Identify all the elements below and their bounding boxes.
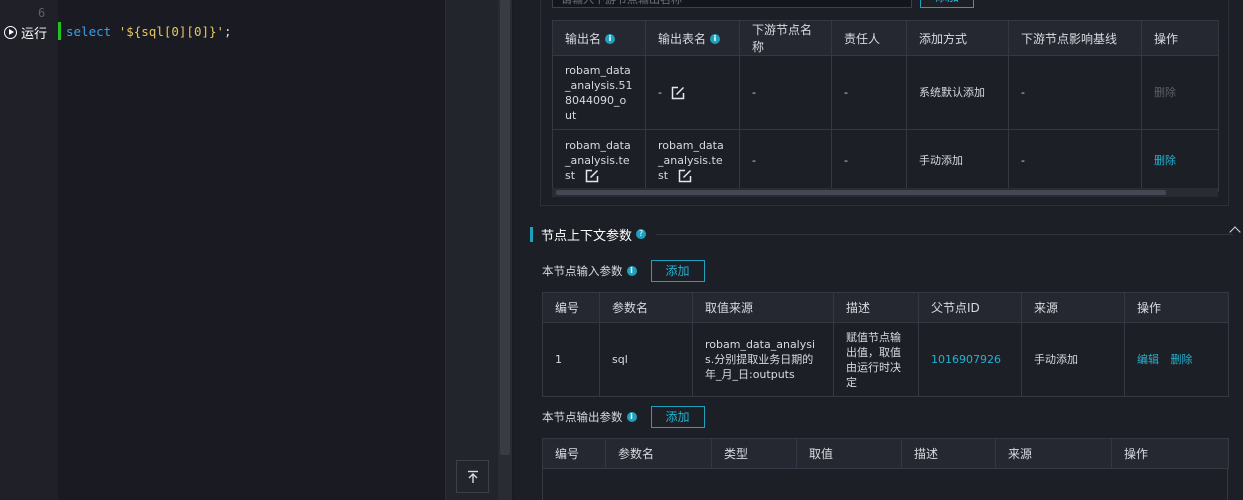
table-header-row: 编号 参数名 取值来源 描述 父节点ID 来源 操作: [542, 292, 1229, 323]
input-params-title: 本节点输入参数: [542, 264, 623, 278]
delete-param-link[interactable]: 删除: [1171, 353, 1193, 366]
column-header: 来源: [995, 438, 1112, 469]
editor-gutter: [0, 0, 58, 500]
downstream-output-search-input[interactable]: 请输入下游节点输出名称: [552, 0, 912, 8]
add-method-cell: 手动添加: [906, 129, 1009, 192]
table-horizontal-scrollbar-thumb[interactable]: [556, 190, 1166, 195]
output-name-cell: robam_data_analysis.518044090_out: [552, 55, 646, 130]
column-header: 下游节点影响基线: [1008, 20, 1142, 56]
parent-node-id-link[interactable]: 1016907926: [918, 322, 1022, 397]
table-row: robam_data_analysis.518044090_out - - - …: [552, 55, 1219, 130]
column-header: 取值: [796, 438, 902, 469]
column-header: 参数名: [599, 292, 693, 323]
section-accent-bar: [530, 226, 533, 242]
edit-icon[interactable]: [678, 169, 692, 183]
section-title: 节点上下文参数: [541, 228, 633, 244]
line-number: 6: [38, 6, 46, 20]
output-table-cell: -: [645, 55, 740, 130]
node-output-table: 输出名 i 输出表名 i 下游节点名称 责任人 添加方式 下游节点影响基线 操作 r…: [552, 20, 1219, 192]
column-header: 编号: [542, 438, 606, 469]
info-icon[interactable]: i: [605, 34, 616, 44]
column-header: 输出表名 i: [645, 20, 740, 56]
code-line[interactable]: select '${sql[0][0]}';: [66, 24, 232, 39]
editor-divider: [445, 0, 500, 500]
table-row: 1 sql robam_data_analysis.分别提取业务日期的年_月_日…: [542, 322, 1229, 397]
column-header: 编号: [542, 292, 600, 323]
output-params-header: 本节点输出参数 i 添加: [542, 406, 705, 428]
add-input-param-button[interactable]: 添加: [650, 260, 705, 282]
downstream-node-cell: -: [739, 55, 832, 130]
section-divider-line: [656, 233, 1233, 235]
param-desc-cell: 赋值节点输出值，取值由运行时决定: [833, 322, 919, 397]
downstream-node-cell: -: [739, 129, 832, 192]
column-header: 操作: [1124, 292, 1229, 323]
info-icon[interactable]: i: [626, 412, 637, 422]
delete-action-disabled: 删除: [1141, 55, 1219, 130]
owner-cell: -: [831, 55, 907, 130]
chevron-up-icon[interactable]: [1229, 226, 1241, 238]
param-name-cell: sql: [599, 322, 693, 397]
output-name-cell: robam_data_analysis.test: [552, 129, 646, 192]
owner-cell: -: [831, 129, 907, 192]
column-header: 父节点ID: [918, 292, 1022, 323]
back-to-top-button[interactable]: [456, 460, 489, 493]
output-table-cell: robam_data_analysis.test: [645, 129, 740, 192]
input-params-header: 本节点输入参数 i 添加: [542, 260, 705, 282]
help-icon[interactable]: ?: [636, 229, 647, 239]
baseline-cell: -: [1008, 129, 1142, 192]
code-editor[interactable]: 6 运行 select '${sql[0][0]}';: [0, 0, 445, 500]
column-header: 添加方式: [906, 20, 1009, 56]
delete-action-link[interactable]: 删除: [1141, 129, 1219, 192]
column-header: 输出名 i: [552, 20, 646, 56]
code-keyword: select: [66, 24, 112, 39]
add-method-cell: 系统默认添加: [906, 55, 1009, 130]
edit-icon[interactable]: [585, 169, 599, 183]
column-header: 取值来源: [692, 292, 834, 323]
column-header: 责任人: [831, 20, 907, 56]
info-icon[interactable]: i: [626, 266, 637, 276]
column-header: 描述: [901, 438, 996, 469]
column-header: 下游节点名称: [739, 20, 832, 56]
code-terminator: ;: [224, 24, 232, 39]
run-button-label: 运行: [21, 26, 48, 42]
table-row: robam_data_analysis.test robam_data_anal…: [552, 129, 1219, 192]
edit-icon[interactable]: [671, 86, 685, 100]
context-params-section-header: 节点上下文参数 ?: [530, 225, 1243, 244]
param-source-cell: robam_data_analysis.分别提取业务日期的年_月_日:outpu…: [692, 322, 834, 397]
param-actions-cell: 编辑 删除: [1124, 322, 1229, 397]
back-to-top-icon: [467, 470, 478, 483]
baseline-cell: -: [1008, 55, 1142, 130]
column-header: 操作: [1111, 438, 1229, 469]
column-header: 操作: [1141, 20, 1219, 56]
column-header: 来源: [1021, 292, 1125, 323]
table-header-row: 编号 参数名 类型 取值 描述 来源 操作: [542, 438, 1229, 469]
play-icon: [4, 25, 17, 39]
run-button[interactable]: 运行: [0, 22, 56, 42]
code-string: '${sql[0][0]}': [118, 24, 225, 39]
param-origin-cell: 手动添加: [1021, 322, 1125, 397]
column-header: 类型: [711, 438, 797, 469]
output-params-table: 编号 参数名 类型 取值 描述 来源 操作: [542, 438, 1229, 469]
info-icon[interactable]: i: [710, 34, 721, 44]
vertical-scrollbar-thumb[interactable]: [500, 0, 510, 455]
output-params-table-body: [542, 469, 1228, 500]
table-header-row: 输出名 i 输出表名 i 下游节点名称 责任人 添加方式 下游节点影响基线 操作: [552, 20, 1219, 56]
edit-param-link[interactable]: 编辑: [1137, 353, 1159, 366]
column-header: 描述: [833, 292, 919, 323]
current-line-marker: [58, 22, 61, 40]
input-params-table: 编号 参数名 取值来源 描述 父节点ID 来源 操作 1 sql robam_d…: [542, 292, 1229, 397]
output-params-title: 本节点输出参数: [542, 410, 623, 424]
table-horizontal-scrollbar[interactable]: [552, 188, 1218, 197]
add-output-button[interactable]: 添加: [920, 0, 974, 8]
param-id-cell: 1: [542, 322, 600, 397]
column-header: 参数名: [605, 438, 712, 469]
add-output-param-button[interactable]: 添加: [650, 406, 705, 428]
